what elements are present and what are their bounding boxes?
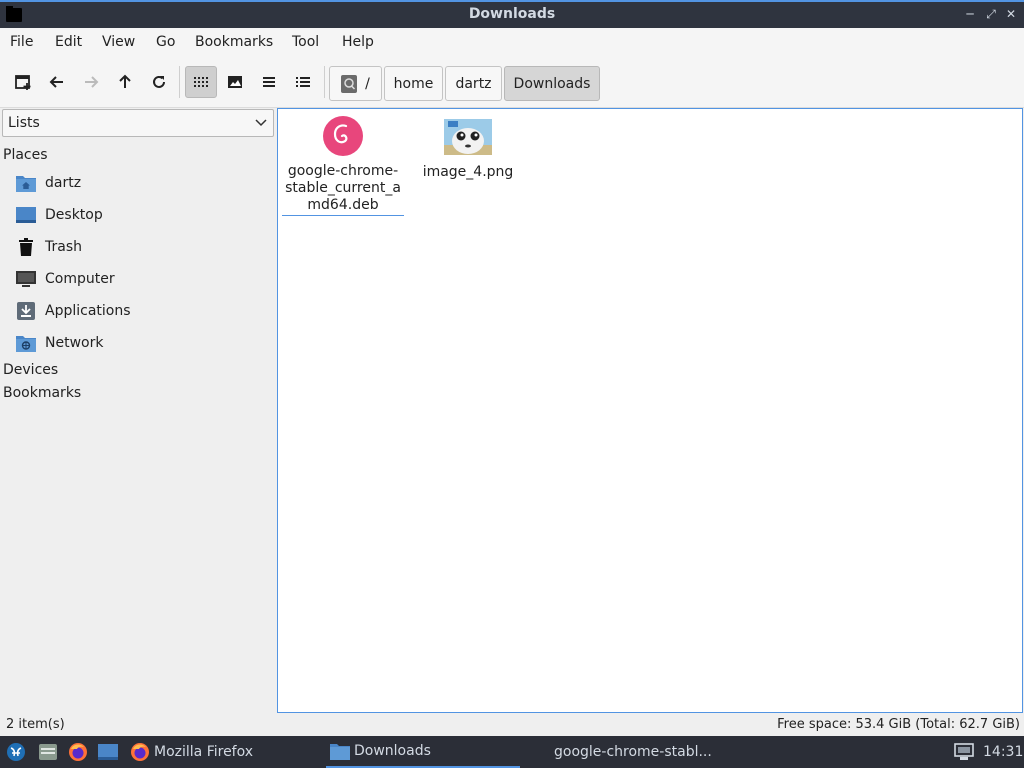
task-label: Downloads — [354, 743, 431, 759]
grid-icon — [194, 77, 208, 87]
sidebar: Lists Places dartz Desktop Trash Compute… — [0, 108, 276, 714]
image-thumbnail — [444, 119, 492, 155]
menubar: File Edit View Go Bookmarks Tool Help — [0, 28, 1024, 56]
window-title: Downloads — [468, 6, 556, 22]
show-desktop-icon — [98, 744, 118, 760]
toolbar-separator — [179, 66, 180, 98]
task-label: google-chrome-stabl... — [554, 744, 712, 760]
compact-view-button[interactable] — [253, 66, 285, 98]
item-count: 2 item(s) — [6, 717, 65, 732]
home-folder-icon — [16, 176, 36, 192]
file-name-line: md64.deb — [307, 197, 379, 213]
detail-view-button[interactable] — [287, 66, 319, 98]
close-button[interactable]: ✕ — [1004, 7, 1018, 21]
breadcrumb-root-label: / — [365, 75, 370, 92]
folder-icon — [330, 744, 350, 760]
menu-bookmarks[interactable]: Bookmarks — [195, 34, 273, 50]
sidebar-mode-value: Lists — [8, 115, 40, 131]
menu-go[interactable]: Go — [156, 34, 175, 50]
task-downloads[interactable]: Downloads — [326, 736, 520, 768]
sidebar-item-label: Computer — [45, 271, 115, 287]
menu-file[interactable]: File — [10, 34, 33, 50]
free-space: Free space: 53.4 GiB (Total: 62.7 GiB) — [777, 717, 1020, 732]
applications-icon — [17, 302, 35, 320]
sidebar-item-label: Network — [45, 335, 104, 351]
computer-icon — [16, 271, 36, 287]
firefox-icon — [131, 743, 149, 761]
new-tab-button[interactable] — [7, 66, 39, 98]
task-firefox[interactable]: Mozilla Firefox — [130, 736, 253, 768]
sidebar-item-label: Applications — [45, 303, 131, 319]
sidebar-item-trash[interactable]: Trash — [16, 233, 82, 261]
toolbar: / home dartz Downloads — [0, 56, 1024, 108]
sidebar-item-applications[interactable]: Applications — [16, 297, 131, 325]
sidebar-item-desktop[interactable]: Desktop — [16, 201, 103, 229]
start-menu-button[interactable] — [6, 736, 26, 768]
file-name-line: google-chrome- — [287, 163, 399, 179]
sidebar-mode-select[interactable]: Lists — [2, 109, 274, 137]
launcher-firefox[interactable] — [68, 736, 88, 768]
distro-logo-icon — [7, 743, 25, 761]
breadcrumb-downloads[interactable]: Downloads — [504, 66, 600, 101]
places-header[interactable]: Places — [3, 147, 48, 163]
menu-tool[interactable]: Tool — [292, 34, 319, 50]
back-button[interactable] — [41, 66, 73, 98]
arrow-left-icon — [49, 76, 63, 88]
breadcrumb-dartz[interactable]: dartz — [445, 66, 502, 101]
network-wired-icon — [954, 743, 974, 760]
file-view[interactable]: google-chrome- stable_current_a md64.deb… — [277, 108, 1023, 713]
drive-icon — [341, 74, 358, 93]
menu-edit[interactable]: Edit — [55, 34, 82, 50]
sidebar-item-label: dartz — [45, 175, 82, 191]
taskbar: Mozilla Firefox Downloads google-chrome-… — [0, 736, 1024, 768]
task-label: Mozilla Firefox — [154, 744, 254, 760]
reload-icon — [153, 75, 165, 88]
devices-header[interactable]: Devices — [3, 362, 58, 378]
focus-underline — [282, 215, 404, 216]
sidebar-item-computer[interactable]: Computer — [16, 265, 115, 293]
minimize-button[interactable]: ─ — [963, 7, 977, 21]
sidebar-item-network[interactable]: Network — [16, 329, 103, 357]
reload-button[interactable] — [143, 66, 175, 98]
toolbar-separator — [324, 66, 325, 98]
sidebar-item-label: Trash — [45, 239, 82, 255]
breadcrumb-root[interactable]: / — [329, 66, 382, 101]
sidebar-item-dartz[interactable]: dartz — [16, 169, 81, 197]
new-tab-icon — [15, 75, 31, 90]
bookmarks-header[interactable]: Bookmarks — [3, 385, 81, 401]
arrow-up-icon — [119, 74, 131, 88]
task-chrome-deb[interactable]: google-chrome-stabl... — [554, 736, 712, 768]
launcher-desktop[interactable] — [98, 736, 118, 768]
file-name-line: stable_current_a — [285, 180, 401, 196]
firefox-icon — [69, 743, 87, 761]
debian-package-icon — [323, 116, 363, 156]
thumbnail-view-button[interactable] — [219, 66, 251, 98]
network-folder-icon — [16, 336, 36, 352]
arrow-right-icon — [85, 76, 99, 88]
file-item-image-png[interactable]: image_4.png — [420, 119, 516, 181]
chevron-down-icon — [255, 119, 267, 127]
forward-button[interactable] — [75, 66, 107, 98]
image-icon — [228, 76, 242, 88]
list-icon — [263, 77, 275, 87]
network-tray[interactable] — [954, 736, 974, 768]
file-name: image_4.png — [422, 164, 514, 180]
breadcrumb-home[interactable]: home — [384, 66, 443, 101]
maximize-button[interactable]: ⤢ — [984, 7, 998, 21]
clock[interactable]: 14:31 — [983, 736, 1023, 768]
trash-icon — [19, 238, 33, 256]
desktop-icon — [16, 207, 36, 223]
statusbar: 2 item(s) Free space: 53.4 GiB (Total: 6… — [0, 714, 1024, 736]
file-item-chrome-deb[interactable]: google-chrome- stable_current_a md64.deb — [282, 115, 404, 216]
menu-view[interactable]: View — [102, 34, 135, 50]
up-button[interactable] — [109, 66, 141, 98]
detail-list-icon — [296, 77, 310, 87]
menu-help[interactable]: Help — [342, 34, 374, 50]
sidebar-item-label: Desktop — [45, 207, 103, 223]
file-manager-icon — [39, 744, 57, 760]
launcher-files[interactable] — [38, 736, 58, 768]
icon-view-button[interactable] — [185, 66, 217, 98]
window-titlebar: Downloads ─ ⤢ ✕ — [0, 0, 1024, 28]
